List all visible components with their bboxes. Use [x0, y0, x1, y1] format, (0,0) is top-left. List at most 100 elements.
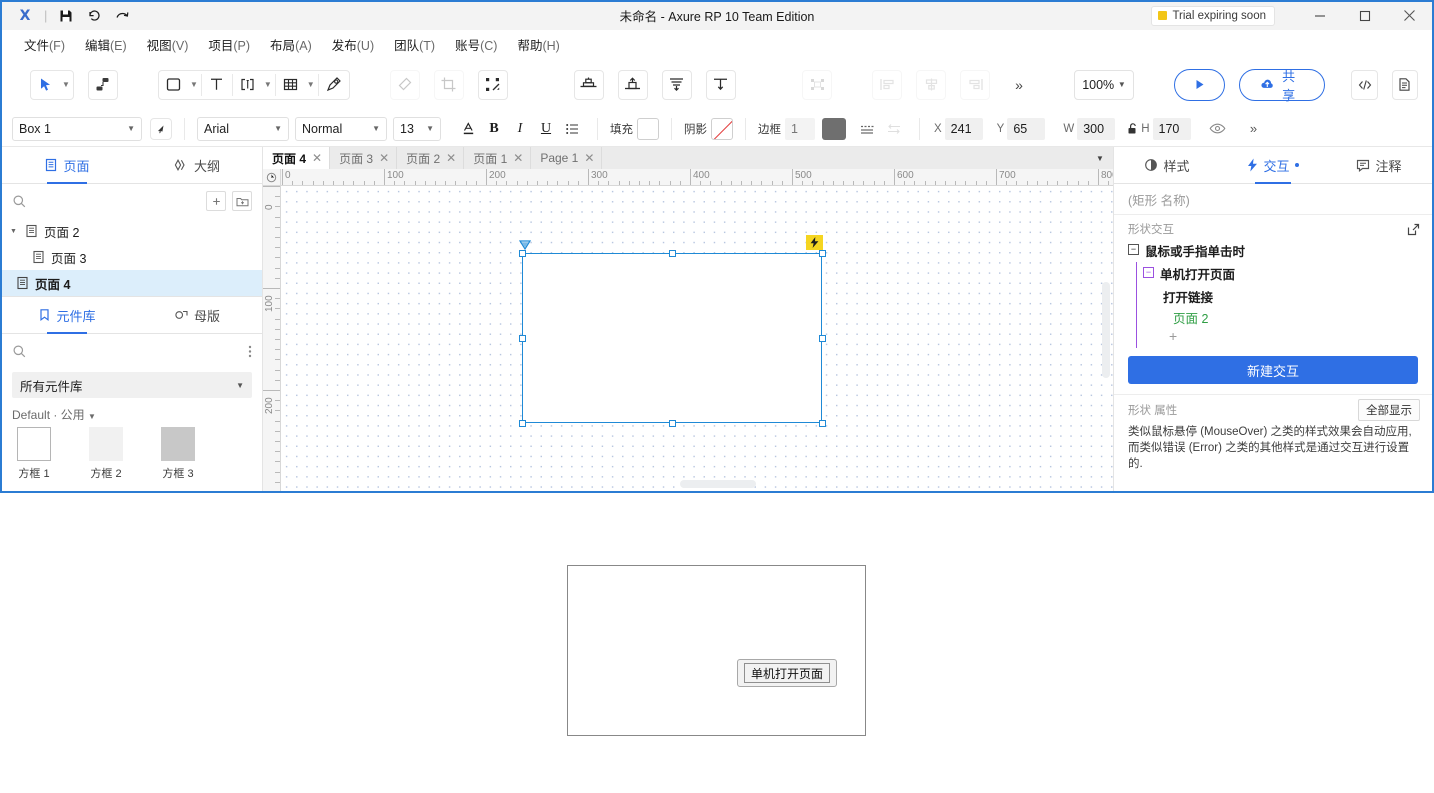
- menu-layout[interactable]: 布局(A): [260, 31, 322, 58]
- text-tool[interactable]: [202, 70, 232, 100]
- font-family-select[interactable]: Arial ▼: [197, 117, 289, 141]
- table-tool[interactable]: [276, 70, 306, 100]
- menu-project[interactable]: 项目(P): [198, 31, 260, 58]
- trial-status-badge[interactable]: Trial expiring soon: [1151, 6, 1275, 26]
- resize-handle-s[interactable]: [669, 420, 676, 427]
- italic-button[interactable]: I: [507, 117, 533, 141]
- select-tool-chevron-down-icon[interactable]: ▼: [62, 80, 73, 89]
- search-icon[interactable]: [12, 344, 27, 359]
- transform-tool[interactable]: [478, 70, 508, 100]
- page-tab-3[interactable]: 页面 2 ✕: [397, 147, 464, 169]
- page-tab-4-close-icon[interactable]: ✕: [513, 151, 523, 165]
- bold-button[interactable]: B: [481, 117, 507, 141]
- case-row[interactable]: − 单机打开页面: [1137, 262, 1432, 285]
- save-icon[interactable]: [53, 4, 79, 28]
- placeholder-tool[interactable]: [233, 70, 263, 100]
- aspect-lock-button[interactable]: [1123, 117, 1141, 141]
- preview-open-page-button[interactable]: 单机打开页面: [737, 659, 837, 687]
- rectangle-tool[interactable]: [159, 70, 189, 100]
- align-left-tool[interactable]: [872, 70, 902, 100]
- open-external-icon[interactable]: [1407, 223, 1420, 236]
- minimize-button[interactable]: [1297, 2, 1342, 30]
- zoom-level-select[interactable]: 100% ▼: [1074, 70, 1134, 100]
- tab-notes[interactable]: 注释: [1326, 147, 1432, 183]
- font-size-select[interactable]: 13 ▼: [393, 117, 441, 141]
- resize-handle-se[interactable]: [819, 420, 826, 427]
- page-tab-5[interactable]: Page 1 ✕: [531, 147, 602, 169]
- h-input[interactable]: 170: [1153, 118, 1191, 140]
- page-tree-item-1[interactable]: ▼ 页面 2: [2, 218, 262, 244]
- align-top-tool[interactable]: [618, 70, 648, 100]
- page-tab-1[interactable]: 页面 4 ✕: [263, 147, 330, 169]
- library-group-header[interactable]: Default · 公用 ▼: [2, 398, 262, 427]
- menu-view[interactable]: 视图(V): [137, 31, 199, 58]
- ruler-origin-button[interactable]: [263, 169, 281, 186]
- event-row[interactable]: − 鼠标或手指单击时: [1114, 239, 1432, 262]
- crop-tool[interactable]: [434, 70, 464, 100]
- resize-handle-sw[interactable]: [519, 420, 526, 427]
- canvas-vertical-scrollbar[interactable]: [1102, 282, 1110, 378]
- distribute-vertical-tool[interactable]: [662, 70, 692, 100]
- line-style-button[interactable]: [855, 117, 881, 141]
- y-input[interactable]: 65: [1007, 118, 1045, 140]
- page-tab-1-close-icon[interactable]: ✕: [312, 151, 322, 165]
- library-item-3[interactable]: 方框 3: [156, 427, 200, 481]
- page-tab-3-close-icon[interactable]: ✕: [446, 151, 456, 165]
- add-page-button[interactable]: [206, 191, 226, 211]
- eyedropper-tool[interactable]: [390, 70, 420, 100]
- show-all-button[interactable]: 全部显示: [1358, 399, 1420, 421]
- redo-icon[interactable]: [109, 4, 135, 28]
- placeholder-tool-chevron-down-icon[interactable]: ▼: [264, 80, 275, 89]
- kebab-menu-icon[interactable]: [248, 344, 252, 359]
- new-interaction-button[interactable]: 新建交互: [1128, 356, 1418, 384]
- arrow-style-button[interactable]: [881, 117, 907, 141]
- selected-rectangle-widget[interactable]: [522, 253, 822, 423]
- w-input[interactable]: 300: [1077, 118, 1115, 140]
- border-color-swatch[interactable]: [822, 118, 846, 140]
- resize-handle-ne[interactable]: [819, 250, 826, 257]
- resize-handle-n[interactable]: [669, 250, 676, 257]
- x-input[interactable]: 241: [945, 118, 983, 140]
- border-width-input[interactable]: 1: [785, 118, 815, 140]
- interaction-badge-icon[interactable]: [806, 235, 823, 250]
- page-tab-5-close-icon[interactable]: ✕: [584, 151, 594, 165]
- align-right-tool[interactable]: [960, 70, 990, 100]
- search-icon[interactable]: [12, 194, 27, 209]
- page-tab-dropdown-button[interactable]: ▼: [1087, 147, 1113, 169]
- menu-help[interactable]: 帮助(H): [507, 31, 569, 58]
- toolbar-overflow-button[interactable]: »: [1004, 70, 1034, 100]
- undo-icon[interactable]: [81, 4, 107, 28]
- distribute-bottom-tool[interactable]: [706, 70, 736, 100]
- bullet-list-button[interactable]: [559, 117, 585, 141]
- design-canvas[interactable]: [281, 186, 1113, 491]
- library-item-1[interactable]: 方框 1: [12, 427, 56, 481]
- close-button[interactable]: [1387, 2, 1432, 30]
- widget-pick-button[interactable]: [150, 118, 172, 140]
- underline-button[interactable]: U: [533, 117, 559, 141]
- resize-handle-e[interactable]: [819, 335, 826, 342]
- resize-handle-w[interactable]: [519, 335, 526, 342]
- library-item-2[interactable]: 方框 2: [84, 427, 128, 481]
- add-folder-button[interactable]: [232, 191, 252, 211]
- share-button[interactable]: 共享: [1239, 69, 1325, 101]
- menu-team[interactable]: 团队(T): [384, 31, 445, 58]
- menu-file[interactable]: 文件(F): [14, 31, 75, 58]
- format-overflow-button[interactable]: »: [1241, 117, 1267, 141]
- tab-pages[interactable]: 页面: [2, 147, 132, 183]
- horizontal-ruler-track[interactable]: 0100200300400500600700800: [281, 169, 1113, 185]
- notes-button[interactable]: [1392, 70, 1418, 100]
- preview-button[interactable]: [1174, 69, 1225, 101]
- page-tab-2[interactable]: 页面 3 ✕: [330, 147, 397, 169]
- font-color-button[interactable]: [455, 117, 481, 141]
- page-tab-4[interactable]: 页面 1 ✕: [464, 147, 531, 169]
- table-tool-chevron-down-icon[interactable]: ▼: [307, 80, 318, 89]
- align-center-tool[interactable]: [574, 70, 604, 100]
- font-weight-select[interactable]: Normal ▼: [295, 117, 387, 141]
- align-middle-tool[interactable]: [916, 70, 946, 100]
- page-tab-2-close-icon[interactable]: ✕: [379, 151, 389, 165]
- canvas-horizontal-scrollbar[interactable]: [680, 480, 756, 488]
- widget-name-select[interactable]: Box 1 ▼: [12, 117, 142, 141]
- select-arrow-tool[interactable]: [31, 70, 61, 100]
- code-button[interactable]: [1351, 70, 1377, 100]
- add-action-button[interactable]: +: [1137, 327, 1432, 348]
